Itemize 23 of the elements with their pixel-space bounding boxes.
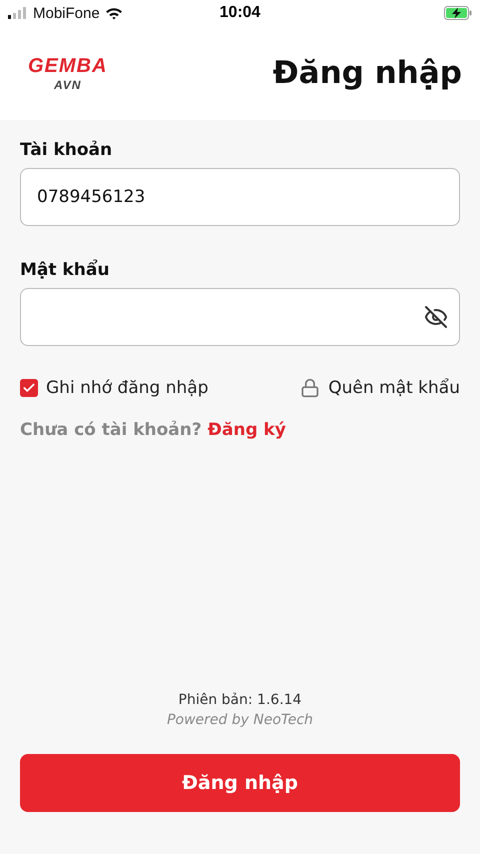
battery-charging-icon: [444, 6, 472, 20]
remember-label: Ghi nhớ đăng nhập: [46, 378, 208, 398]
status-time: 10:04: [220, 4, 260, 22]
page-title: Đăng nhập: [272, 55, 462, 91]
carrier-name: MobiFone: [33, 4, 100, 22]
lock-icon: [300, 378, 320, 398]
logo-subtext: AVN: [54, 78, 82, 92]
powered-by-text: Powered by NeoTech: [166, 712, 314, 728]
logo-text: GEMBA: [28, 54, 108, 78]
signal-icon: [8, 7, 28, 19]
login-button[interactable]: Đăng nhập: [20, 754, 460, 812]
check-icon: [22, 381, 36, 395]
eye-off-icon[interactable]: [424, 305, 448, 329]
field-label: Tài khoản: [20, 140, 114, 160]
password-field[interactable]: [20, 288, 460, 346]
remember-checkbox[interactable]: [20, 379, 38, 397]
signup-link[interactable]: Đăng ký: [208, 420, 286, 440]
signup-prompt: Chưa có tài khoản?: [20, 420, 202, 440]
forgot-password-link[interactable]: Quên mật khẩu: [328, 378, 460, 398]
wifi-icon: [104, 6, 123, 20]
field-label: Mật khẩu: [20, 260, 110, 280]
version-text: Phiên bản: 1.6.14: [177, 692, 303, 708]
account-field[interactable]: 0789456123: [20, 168, 460, 226]
